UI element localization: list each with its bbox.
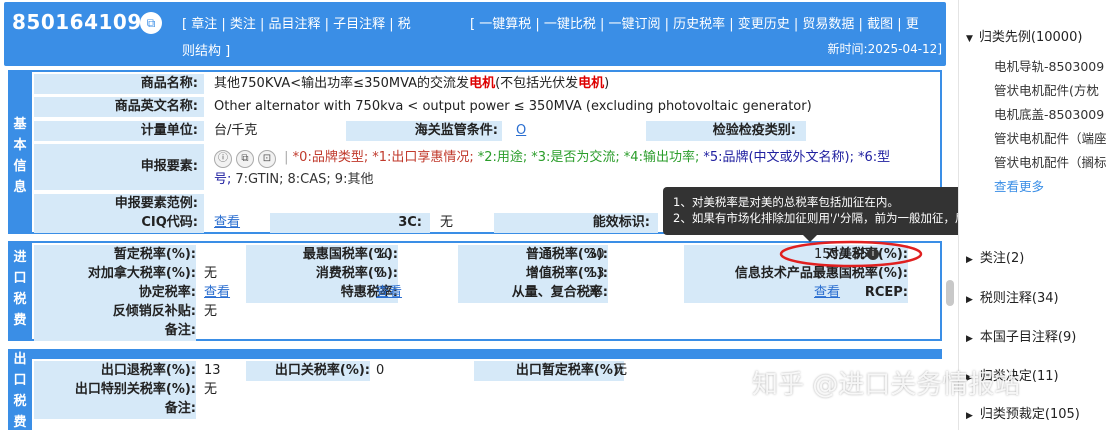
name-label: 商品名称:	[34, 74, 204, 94]
basic-info-sidebar: 基本信息	[8, 70, 32, 234]
scrollbar[interactable]	[946, 280, 954, 306]
import-sidebar: 进口税费	[8, 241, 32, 341]
import-label: RCEP:	[684, 283, 908, 303]
export-label: 出口暂定税率(%):	[474, 361, 624, 381]
decl-items: *0:品牌类型; *1:出口享惠情况; *2:用途; *3:是否为交流; *4:输出功率…	[214, 150, 890, 187]
unit-label: 计量单位:	[34, 121, 204, 141]
copy-icon[interactable]: ⧉	[236, 150, 254, 168]
cc-label: 3C:	[398, 215, 422, 230]
export-topbar	[32, 349, 942, 359]
decl-item: 9:其他	[334, 172, 374, 187]
inspect-label: 检验检疫类别:	[712, 123, 796, 138]
caret-right-icon: ▶	[966, 295, 973, 305]
example-item[interactable]: 电机导轨-8503009	[994, 56, 1104, 75]
caret-right-icon: ▶	[966, 411, 973, 421]
import-label: 普通税率(%):	[458, 245, 608, 265]
import-value: 无	[588, 285, 602, 300]
export-remark-label: 备注:	[34, 399, 196, 419]
header-bar: 8501641090 ⧉ [ 章注 | 类注 | 品目注释 | 子目注释 | 税…	[4, 2, 946, 66]
cc-value: 无	[440, 215, 454, 230]
import-value[interactable]: 查看	[376, 283, 402, 303]
import-label: 增值税率(%):	[458, 264, 608, 284]
import-value: 0	[376, 266, 385, 281]
export-label: 出口关税率(%):	[246, 361, 370, 381]
customs-label: 海关监管条件:	[346, 121, 502, 141]
import-label: 暂定税率(%):	[34, 245, 196, 265]
header-struct-link[interactable]: 则结构 ]	[182, 40, 230, 59]
decl-item: 8:CAS;	[287, 172, 331, 187]
example-label: 申报要素范例:	[34, 194, 204, 214]
import-remark-label: 备注:	[34, 321, 196, 341]
update-date: 新时间:2025-04-12]	[827, 42, 942, 56]
export-special-label: 出口特别关税率(%):	[34, 380, 196, 400]
decl-item: 7:GTIN;	[235, 172, 284, 187]
import-value: 无	[204, 266, 218, 281]
right-section[interactable]: ▶ 类注(2)	[966, 247, 1024, 266]
right-section[interactable]: ▶ 归类预裁定(105)	[966, 403, 1080, 422]
decl-item: *4:输出功率;	[623, 150, 700, 165]
en-name-label: 商品英文名称:	[34, 97, 204, 117]
ciq-value[interactable]: 查看	[214, 213, 240, 233]
caret-down-icon: ▼	[966, 34, 973, 44]
antidumping-value: 无	[204, 304, 218, 319]
example-item[interactable]: 管状电机配件（搁标	[994, 152, 1107, 171]
example-item[interactable]: 电机底盖-8503009	[994, 104, 1104, 123]
info-icon[interactable]: i	[867, 248, 879, 260]
import-value[interactable]: 查看	[204, 283, 230, 303]
export-label: 出口退税率(%):	[34, 361, 196, 381]
decl-item: *3:是否为交流;	[531, 150, 620, 165]
energy-label: 能效标识:	[592, 215, 650, 230]
ex-title[interactable]: ▼ 归类先例(10000)	[966, 26, 1082, 45]
more-link[interactable]: 查看更多	[994, 176, 1044, 195]
import-section: 进口税费 暂定税率(%):最惠国税率(%):10普通税率(%):30对美税率(%…	[8, 240, 942, 341]
import-label: 对加拿大税率(%):	[34, 264, 196, 284]
caret-right-icon: ▶	[966, 334, 973, 344]
import-label: 协定税率:	[34, 283, 196, 303]
caret-right-icon: ▶	[966, 255, 973, 265]
right-section[interactable]: ▶ 本国子目注释(9)	[966, 326, 1076, 345]
right-section[interactable]: ▶ 税则注释(34)	[966, 287, 1059, 306]
decl-item: *2:用途;	[477, 150, 528, 165]
decl-item: *0:品牌类型;	[292, 150, 369, 165]
copy-icon[interactable]: ⧉	[140, 12, 162, 34]
unit-value: 台/千克	[214, 123, 258, 138]
import-label: 从量、复合税率:	[458, 283, 608, 303]
import-value[interactable]: 查看	[814, 283, 840, 303]
info-icon[interactable]: ⓘ	[214, 150, 232, 168]
en-name-value: Other alternator with 750kva < output po…	[214, 99, 812, 114]
name-value: 其他750KVA<输出功率≤350MVA的交流发电机(不包括光伏发电机)	[214, 76, 610, 91]
export-sidebar: 出口税费	[8, 349, 32, 430]
decl-item: *1:出口享惠情况;	[372, 150, 474, 165]
example-item[interactable]: 管状电机配件(方枕	[994, 80, 1099, 99]
header-links-right[interactable]: [ 一键算税 | 一键比税 | 一键订阅 | 历史税率 | 变更历史 | 贸易数…	[470, 13, 919, 32]
copy-list-icon[interactable]: ⊡	[258, 150, 276, 168]
import-value: 13	[588, 266, 605, 281]
header-links-left[interactable]: [ 章注 | 类注 | 品目注释 | 子目注释 | 税	[182, 13, 411, 32]
decl-elements: ⓘ ⧉ ⊡ | *0:品牌类型; *1:出口享惠情况; *2:用途; *3:是否为交流; *…	[214, 150, 891, 187]
import-value: 30	[588, 247, 605, 262]
export-value: 13	[204, 363, 221, 378]
import-value: 10	[376, 247, 393, 262]
export-special-value: 无	[204, 382, 218, 397]
hs-code: 8501641090	[12, 10, 157, 34]
ciq-label: CIQ代码:	[34, 213, 204, 233]
example-item[interactable]: 管状电机配件（端座	[994, 128, 1107, 147]
decl-label: 申报要素:	[34, 144, 204, 190]
watermark: 知乎 @进口关务情报站	[752, 370, 1021, 400]
highlight-ellipse	[779, 240, 923, 268]
export-value: 0	[376, 363, 385, 378]
decl-item: *5:品牌(中文或外文名称);	[703, 150, 855, 165]
export-value: 无	[614, 363, 628, 378]
customs-value[interactable]: O	[516, 121, 526, 141]
antidumping-label: 反倾销反补贴:	[34, 302, 196, 322]
